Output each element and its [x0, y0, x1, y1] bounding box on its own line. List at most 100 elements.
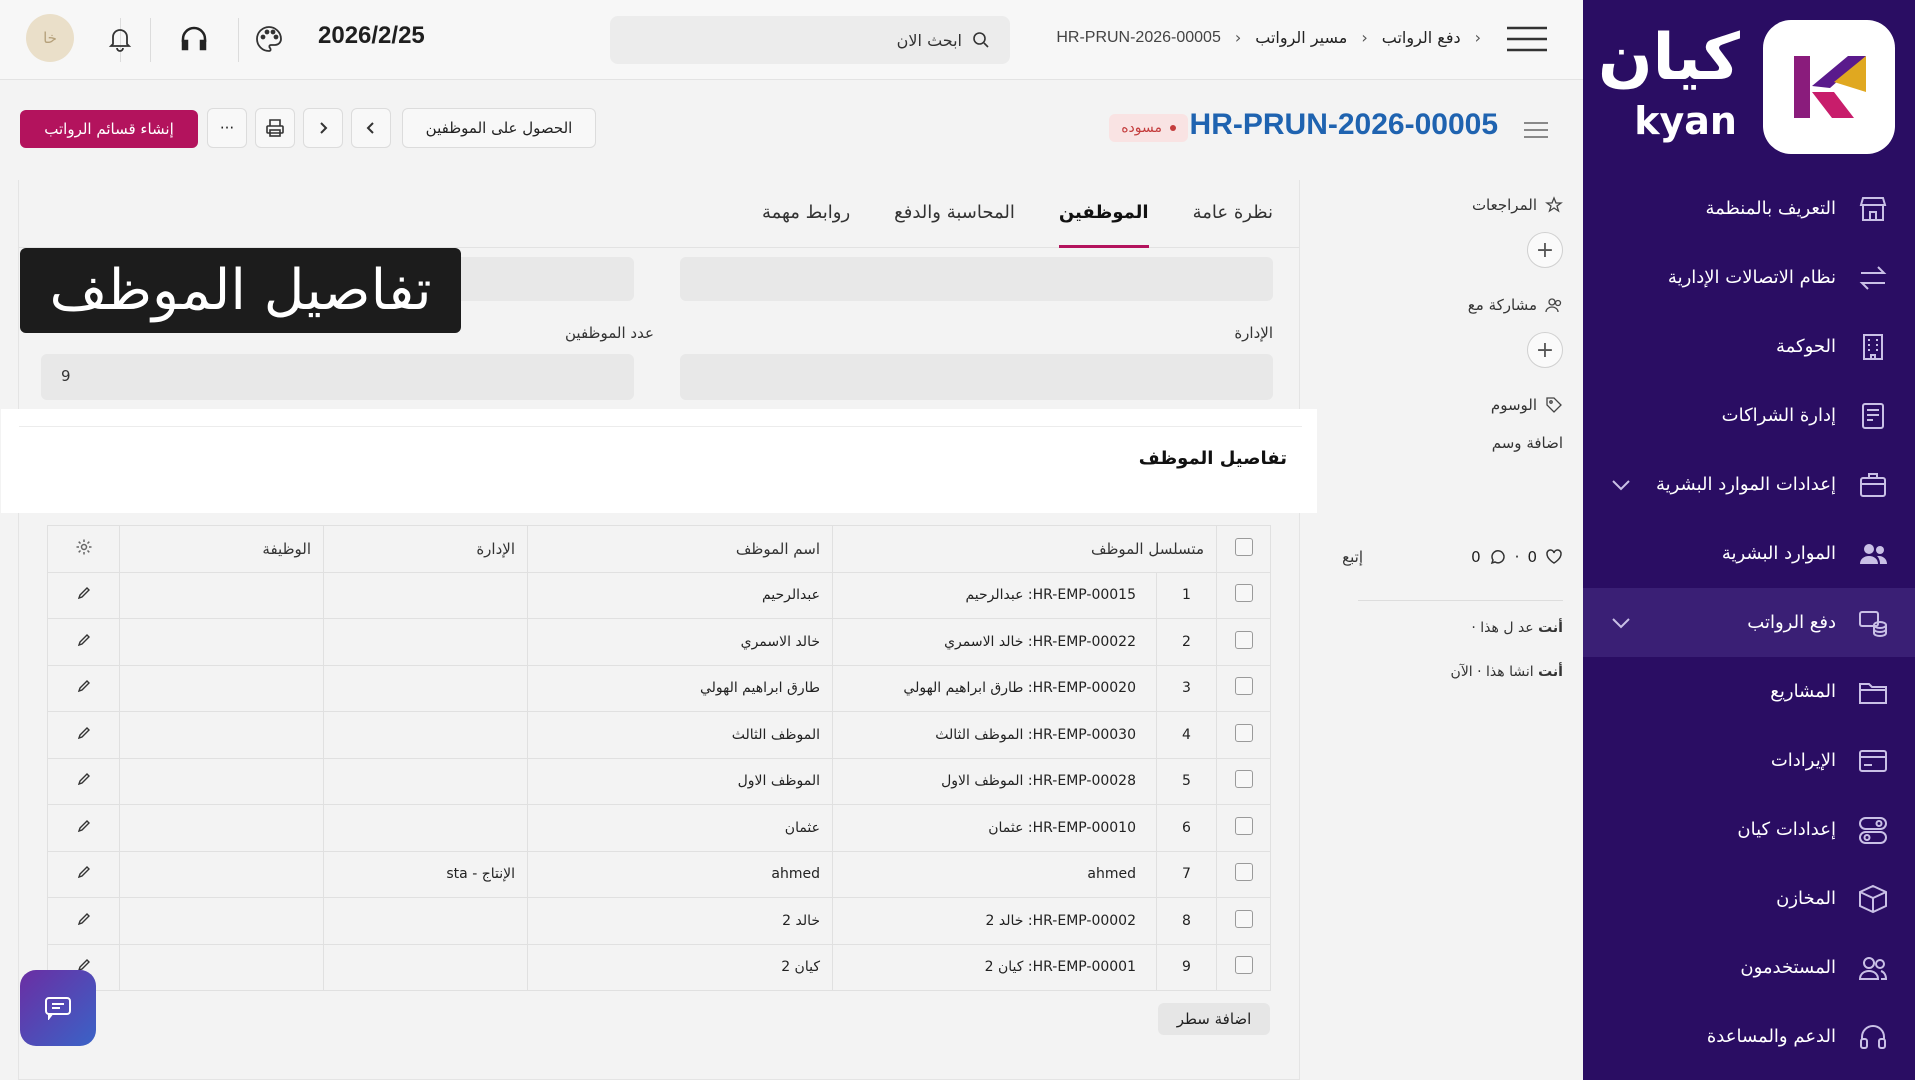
employee-serial[interactable]: HR-EMP-00030: الموظف الثالث: [832, 711, 1157, 759]
pencil-icon[interactable]: [77, 633, 91, 647]
add-row-button[interactable]: اضافة سطر: [1158, 1003, 1270, 1035]
row-edit-cell[interactable]: [47, 664, 120, 712]
bell-icon[interactable]: [103, 22, 137, 56]
employee-count-field[interactable]: 9: [41, 354, 634, 400]
tab-accounting[interactable]: المحاسبة والدفع: [894, 202, 1015, 247]
heart-icon[interactable]: [1545, 548, 1563, 566]
row-checkbox[interactable]: [1234, 863, 1253, 882]
next-button[interactable]: [303, 108, 343, 148]
row-checkbox[interactable]: [1234, 630, 1253, 649]
employee-job[interactable]: [119, 618, 324, 666]
employee-name[interactable]: الموظف الاول: [527, 757, 833, 805]
employee-department[interactable]: [323, 943, 528, 991]
employee-job[interactable]: [119, 571, 324, 619]
table-row[interactable]: 1 HR-EMP-00015: عبدالرحيم عبدالرحيم: [47, 571, 1271, 619]
sidebar-item-partnerships[interactable]: إدارة الشراكات: [1583, 381, 1915, 450]
employee-serial[interactable]: HR-EMP-00002: خالد 2: [832, 897, 1157, 945]
employee-department[interactable]: [323, 664, 528, 712]
table-row[interactable]: 7 ahmed ahmed الإنتاج - sta: [47, 850, 1271, 898]
row-select-cell[interactable]: [1216, 804, 1271, 852]
sidebar-item-payroll[interactable]: دفع الرواتب: [1583, 588, 1915, 657]
employee-serial[interactable]: HR-EMP-00020: طارق ابراهيم الهولي: [832, 664, 1157, 712]
row-select-cell[interactable]: [1216, 664, 1271, 712]
sidebar-item-hr-settings[interactable]: إعدادات الموارد البشرية: [1583, 450, 1915, 519]
table-row[interactable]: 4 HR-EMP-00030: الموظف الثالث الموظف الثال…: [47, 711, 1271, 759]
comment-icon[interactable]: [1489, 548, 1507, 566]
tab-links[interactable]: روابط مهمة: [762, 202, 850, 247]
select-all-checkbox[interactable]: [1234, 537, 1253, 556]
row-edit-cell[interactable]: [47, 618, 120, 666]
more-button[interactable]: ···: [207, 108, 247, 148]
pencil-icon[interactable]: [77, 912, 91, 926]
pencil-icon[interactable]: [77, 586, 91, 600]
sidebar-item-revenues[interactable]: الإيرادات: [1583, 726, 1915, 795]
row-checkbox[interactable]: [1234, 584, 1253, 603]
prev-button[interactable]: [351, 108, 391, 148]
top-field-right[interactable]: [680, 257, 1273, 301]
employee-department[interactable]: الإنتاج - sta: [323, 850, 528, 898]
row-edit-cell[interactable]: [47, 711, 120, 759]
pencil-icon[interactable]: [77, 772, 91, 786]
breadcrumb-item[interactable]: دفع الرواتب: [1382, 28, 1461, 47]
table-row[interactable]: 9 HR-EMP-00001: كيان 2 كيان 2: [47, 943, 1271, 991]
table-row[interactable]: 2 HR-EMP-00022: خالد الاسمري خالد الاسمري: [47, 618, 1271, 666]
breadcrumb-item-current[interactable]: HR-PRUN-2026-00005: [1056, 29, 1221, 47]
employee-job[interactable]: [119, 711, 324, 759]
row-select-cell[interactable]: [1216, 897, 1271, 945]
sidebar-item-communications[interactable]: نظام الاتصالات الإدارية: [1583, 243, 1915, 312]
select-all-header[interactable]: [1216, 525, 1271, 573]
add-review-button[interactable]: +: [1527, 232, 1563, 268]
menu-lines-icon[interactable]: [1523, 120, 1549, 140]
table-row[interactable]: 3 HR-EMP-00020: طارق ابراهيم الهولي طارق ا…: [47, 664, 1271, 712]
employee-job[interactable]: [119, 897, 324, 945]
tab-employees[interactable]: الموظفين: [1058, 202, 1149, 248]
employee-department[interactable]: [323, 711, 528, 759]
employee-serial[interactable]: HR-EMP-00001: كيان 2: [832, 943, 1157, 991]
pencil-icon[interactable]: [77, 679, 91, 693]
row-select-cell[interactable]: [1216, 757, 1271, 805]
employee-job[interactable]: [119, 664, 324, 712]
breadcrumb-item[interactable]: مسير الرواتب: [1255, 28, 1347, 47]
add-tag-link[interactable]: اضافة وسم: [1492, 434, 1563, 452]
employee-serial[interactable]: HR-EMP-00010: عثمان: [832, 804, 1157, 852]
sidebar-item-governance[interactable]: الحوكمة: [1583, 312, 1915, 381]
row-select-cell[interactable]: [1216, 943, 1271, 991]
sidebar-item-projects[interactable]: المشاريع: [1583, 657, 1915, 726]
employee-job[interactable]: [119, 943, 324, 991]
row-edit-cell[interactable]: [47, 757, 120, 805]
row-select-cell[interactable]: [1216, 850, 1271, 898]
row-edit-cell[interactable]: [47, 571, 120, 619]
employee-job[interactable]: [119, 850, 324, 898]
palette-icon[interactable]: [252, 22, 286, 56]
employee-job[interactable]: [119, 757, 324, 805]
employee-name[interactable]: خالد الاسمري: [527, 618, 833, 666]
headset-icon[interactable]: [177, 22, 211, 56]
create-payslips-button[interactable]: إنشاء قسائم الرواتب: [20, 110, 198, 148]
pencil-icon[interactable]: [77, 819, 91, 833]
sidebar-item-users[interactable]: المستخدمون: [1583, 933, 1915, 1002]
settings-header[interactable]: [47, 525, 120, 573]
avatar[interactable]: خا: [26, 14, 74, 62]
chevron-down-icon[interactable]: [1608, 472, 1634, 498]
table-row[interactable]: 5 HR-EMP-00028: الموظف الاول الموظف الاول: [47, 757, 1271, 805]
pencil-icon[interactable]: [77, 726, 91, 740]
row-checkbox[interactable]: [1234, 770, 1253, 789]
employee-name[interactable]: خالد 2: [527, 897, 833, 945]
employee-serial[interactable]: HR-EMP-00015: عبدالرحيم: [832, 571, 1157, 619]
sidebar-item-organization[interactable]: التعريف بالمنظمة: [1583, 174, 1915, 243]
employee-serial[interactable]: HR-EMP-00028: الموظف الاول: [832, 757, 1157, 805]
row-checkbox[interactable]: [1234, 816, 1253, 835]
row-checkbox[interactable]: [1234, 909, 1253, 928]
search-input[interactable]: ابحث الان: [610, 16, 1010, 64]
sidebar-item-support[interactable]: الدعم والمساعدة: [1583, 1002, 1915, 1071]
employee-name[interactable]: طارق ابراهيم الهولي: [527, 664, 833, 712]
employee-serial[interactable]: ahmed: [832, 850, 1157, 898]
row-select-cell[interactable]: [1216, 711, 1271, 759]
tab-overview[interactable]: نظرة عامة: [1193, 202, 1273, 247]
employee-serial[interactable]: HR-EMP-00022: خالد الاسمري: [832, 618, 1157, 666]
pencil-icon[interactable]: [77, 865, 91, 879]
row-select-cell[interactable]: [1216, 618, 1271, 666]
employee-department[interactable]: [323, 618, 528, 666]
table-row[interactable]: 6 HR-EMP-00010: عثمان عثمان: [47, 804, 1271, 852]
employee-name[interactable]: الموظف الثالث: [527, 711, 833, 759]
